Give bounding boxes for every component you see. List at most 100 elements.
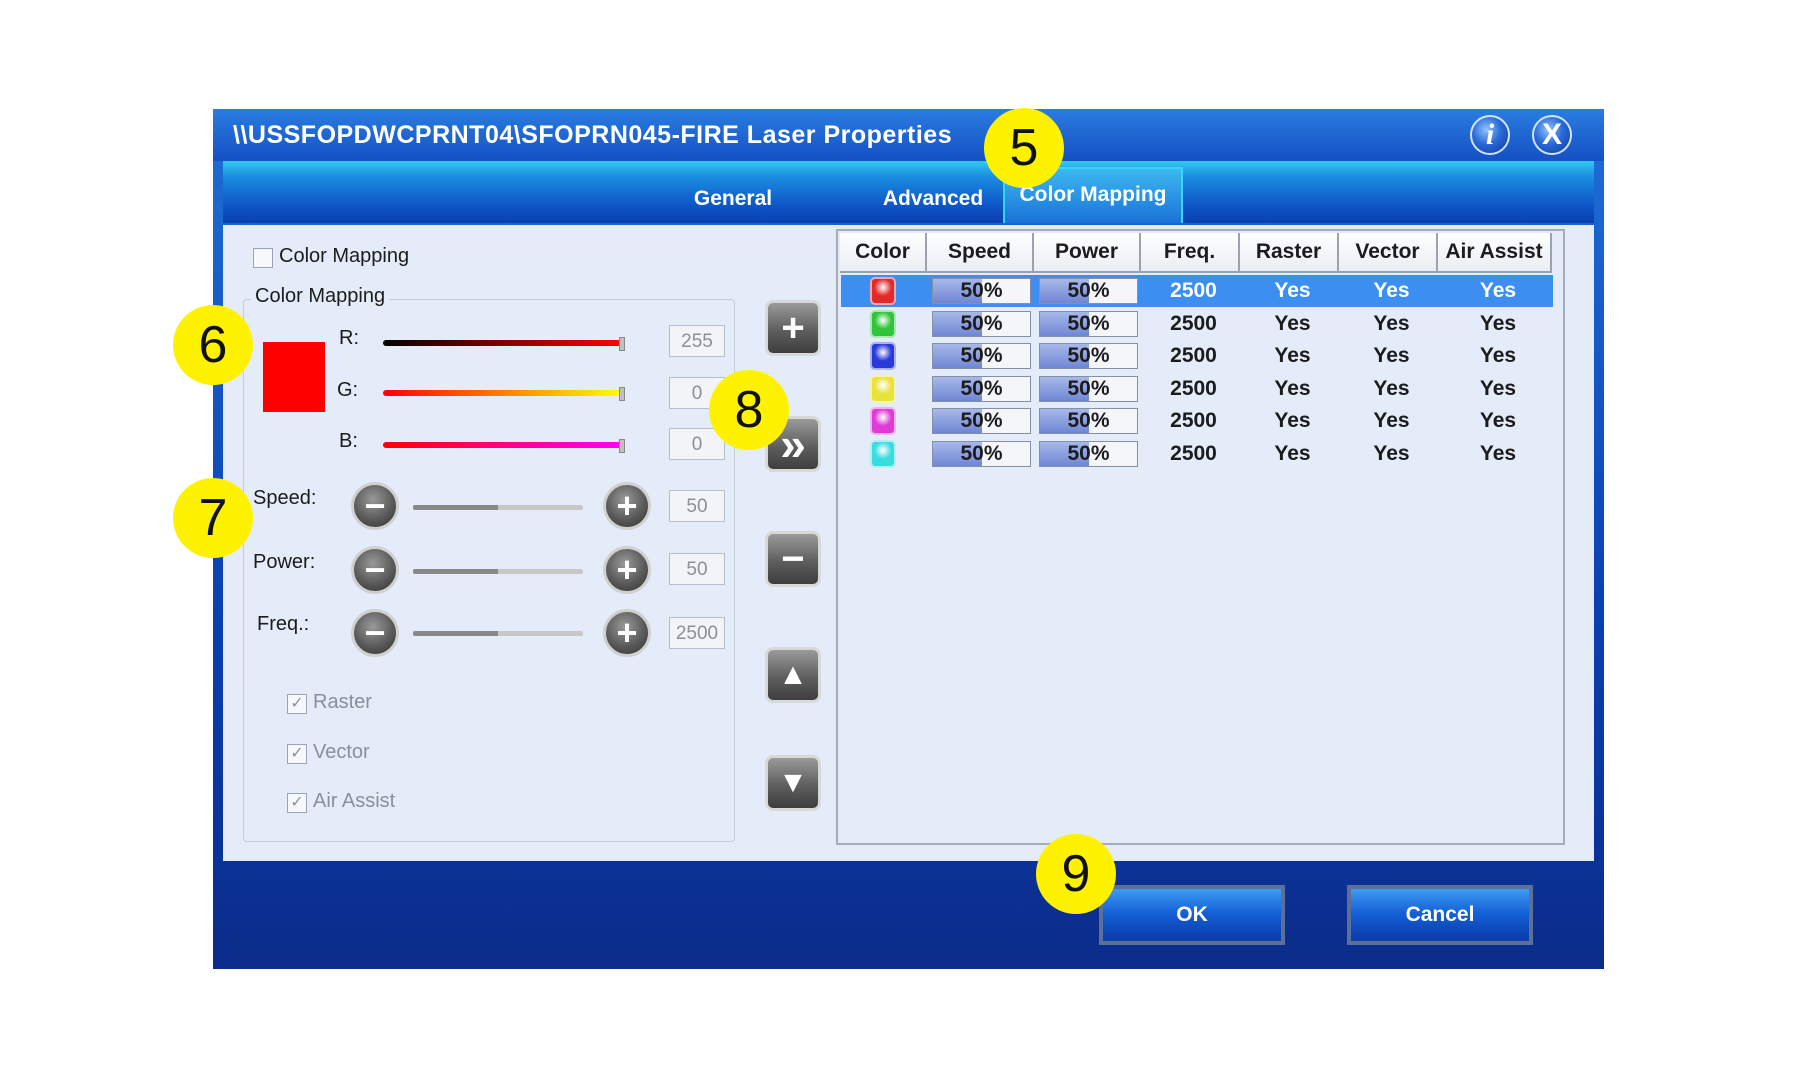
- power-plus-button[interactable]: +: [603, 546, 651, 594]
- air-cell: Yes: [1479, 311, 1517, 335]
- column-header-freq[interactable]: Freq.: [1141, 233, 1240, 273]
- cancel-button[interactable]: Cancel: [1347, 885, 1533, 945]
- freq-cell: 2500: [1170, 311, 1217, 335]
- air-assist-label: Air Assist: [313, 790, 396, 812]
- color-mapping-checkbox-label: Color Mapping: [279, 245, 410, 267]
- air-cell: Yes: [1479, 376, 1517, 400]
- remove-mapping-button[interactable]: −: [765, 531, 821, 587]
- red-slider[interactable]: [383, 340, 621, 346]
- power-cell: 50%: [1067, 376, 1110, 400]
- column-header-vector[interactable]: Vector: [1339, 233, 1438, 273]
- speed-cell: 50%: [960, 344, 1003, 367]
- blue-slider-thumb[interactable]: [619, 439, 625, 453]
- title-bar[interactable]: \\USSFOPDWCPRNT04\SFOPRN045-FIRE Laser P…: [213, 109, 1604, 161]
- vector-cell: Yes: [1373, 311, 1410, 335]
- callout-7: 7: [173, 478, 253, 558]
- table-row[interactable]: 50% 50% 2500 Yes Yes Yes: [841, 438, 1553, 470]
- color-mapping-checkbox[interactable]: [253, 248, 273, 268]
- color-mapping-group-label: Color Mapping: [251, 285, 390, 308]
- power-cell: 50%: [1067, 409, 1110, 432]
- power-bar[interactable]: 50%: [1039, 408, 1138, 434]
- table-row[interactable]: 50% 50% 2500 Yes Yes Yes: [841, 308, 1553, 340]
- ok-button[interactable]: OK: [1099, 885, 1285, 945]
- speed-cell: 50%: [960, 279, 1003, 302]
- power-value-field[interactable]: 50: [669, 553, 725, 585]
- blue-slider[interactable]: [383, 442, 621, 448]
- speed-bar[interactable]: 50%: [932, 278, 1031, 304]
- power-bar[interactable]: 50%: [1039, 343, 1138, 369]
- vector-checkbox[interactable]: ✓: [287, 744, 307, 764]
- column-header-air-assist[interactable]: Air Assist: [1438, 233, 1552, 273]
- vector-cell: Yes: [1373, 376, 1410, 400]
- speed-slider[interactable]: [413, 505, 583, 510]
- freq-cell: 2500: [1170, 279, 1217, 302]
- power-minus-button[interactable]: −: [351, 546, 399, 594]
- power-slider[interactable]: [413, 569, 583, 574]
- red-value-field[interactable]: 255: [669, 325, 725, 357]
- speed-label: Speed:: [253, 487, 317, 509]
- power-bar[interactable]: 50%: [1039, 310, 1138, 337]
- column-header-speed[interactable]: Speed: [927, 233, 1034, 273]
- speed-bar[interactable]: 50%: [932, 408, 1031, 434]
- freq-cell: 2500: [1170, 409, 1217, 432]
- column-header-color[interactable]: Color: [840, 233, 927, 273]
- table-row[interactable]: 50% 50% 2500 Yes Yes Yes: [841, 405, 1553, 437]
- freq-value-field[interactable]: 2500: [669, 617, 725, 649]
- air-cell: Yes: [1479, 441, 1517, 465]
- vector-cell: Yes: [1373, 441, 1410, 465]
- speed-bar[interactable]: 50%: [932, 343, 1031, 369]
- move-down-button[interactable]: ▼: [765, 755, 821, 811]
- vector-cell: Yes: [1373, 409, 1410, 432]
- speed-value-field[interactable]: 50: [669, 490, 725, 522]
- freq-minus-button[interactable]: −: [351, 609, 399, 657]
- freq-cell: 2500: [1170, 441, 1217, 465]
- red-slider-thumb[interactable]: [619, 337, 625, 351]
- table-row[interactable]: 50% 50% 2500 Yes Yes Yes: [841, 373, 1553, 405]
- tab-advanced[interactable]: Advanced: [853, 177, 1013, 221]
- freq-cell: 2500: [1170, 344, 1217, 367]
- raster-cell: Yes: [1274, 279, 1311, 302]
- freq-slider[interactable]: [413, 631, 583, 636]
- power-cell: 50%: [1067, 279, 1110, 302]
- raster-cell: Yes: [1274, 376, 1311, 400]
- callout-9: 9: [1036, 834, 1116, 914]
- speed-cell: 50%: [960, 311, 1003, 335]
- info-icon[interactable]: i: [1470, 115, 1510, 155]
- laser-properties-window: \\USSFOPDWCPRNT04\SFOPRN045-FIRE Laser P…: [213, 109, 1604, 969]
- speed-minus-button[interactable]: −: [351, 482, 399, 530]
- speed-cell: 50%: [960, 376, 1003, 400]
- color-swatch-icon: [870, 342, 896, 370]
- raster-checkbox[interactable]: ✓: [287, 694, 307, 714]
- table-row[interactable]: 50% 50% 2500 Yes Yes Yes: [841, 340, 1553, 372]
- close-icon[interactable]: X: [1532, 115, 1572, 155]
- column-header-raster[interactable]: Raster: [1240, 233, 1339, 273]
- color-preview-swatch: [263, 342, 325, 412]
- power-cell: 50%: [1067, 441, 1110, 465]
- speed-plus-button[interactable]: +: [603, 482, 651, 530]
- freq-plus-button[interactable]: +: [603, 609, 651, 657]
- speed-cell: 50%: [960, 409, 1003, 432]
- color-swatch-icon: [870, 309, 896, 338]
- callout-6: 6: [173, 305, 253, 385]
- add-mapping-button[interactable]: +: [765, 300, 821, 356]
- table-row[interactable]: 50% 50% 2500 Yes Yes Yes: [841, 275, 1553, 307]
- power-bar[interactable]: 50%: [1039, 278, 1138, 304]
- column-header-power[interactable]: Power: [1034, 233, 1141, 273]
- power-bar[interactable]: 50%: [1039, 440, 1138, 467]
- green-slider[interactable]: [383, 390, 621, 396]
- raster-cell: Yes: [1274, 441, 1311, 465]
- freq-label: Freq.:: [257, 613, 310, 635]
- green-slider-thumb[interactable]: [619, 387, 625, 401]
- tab-general[interactable]: General: [663, 177, 803, 221]
- speed-bar[interactable]: 50%: [932, 440, 1031, 467]
- air-assist-checkbox[interactable]: ✓: [287, 793, 307, 813]
- raster-cell: Yes: [1274, 311, 1311, 335]
- speed-bar[interactable]: 50%: [932, 375, 1031, 402]
- power-bar[interactable]: 50%: [1039, 375, 1138, 402]
- speed-bar[interactable]: 50%: [932, 310, 1031, 337]
- move-up-button[interactable]: ▲: [765, 647, 821, 703]
- air-cell: Yes: [1479, 344, 1517, 367]
- color-mapping-panel: Color Mapping Color Mapping R: 255 G: 0 …: [223, 225, 1594, 861]
- callout-8: 8: [709, 370, 789, 450]
- vector-cell: Yes: [1373, 279, 1410, 302]
